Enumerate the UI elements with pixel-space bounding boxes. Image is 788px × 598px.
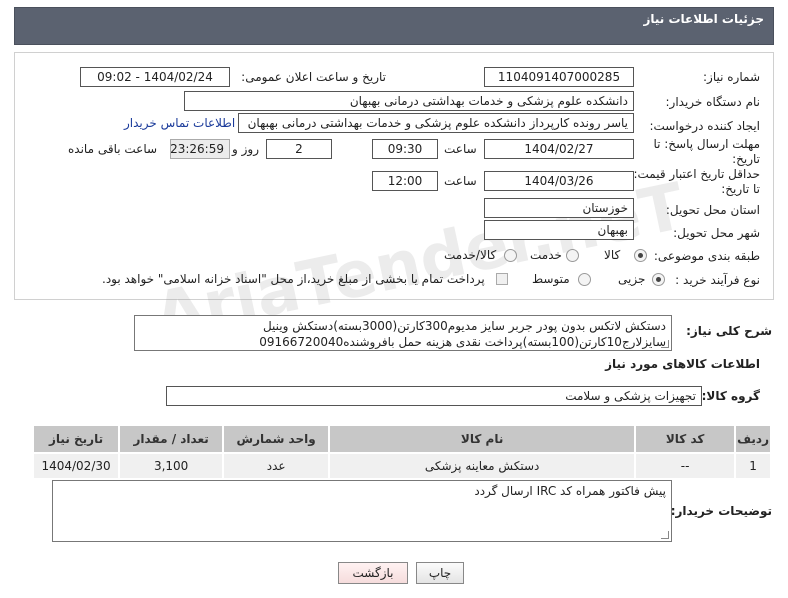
treasury-payment-checkbox[interactable] — [496, 273, 508, 285]
province-field: خوزستان — [484, 198, 634, 218]
description-line-1: دستکش لاتکس بدون پودر جربر سایز مدیوم300… — [262, 319, 666, 333]
col-unit: واحد شمارش — [222, 424, 331, 454]
buyer-notes-textarea: پیش فاکتور همراه کد IRC ارسال گردد — [52, 480, 672, 542]
need-number-field: 1104091407000285 — [484, 67, 634, 87]
validity-time-label: ساعت — [444, 174, 477, 188]
reply-deadline-label-2: تاریخ: — [732, 152, 760, 166]
col-quantity: تعداد / مقدار — [118, 424, 225, 454]
category-both-label: کالا/خدمت — [444, 248, 497, 262]
buyer-org-field: دانشکده علوم پزشکی و خدمات بهداشتی درمان… — [184, 91, 634, 111]
col-row: ردیف — [734, 424, 772, 454]
need-number-label: شماره نیاز: — [703, 70, 760, 84]
remaining-time-field: 23:26:59 — [170, 139, 230, 159]
validity-date-field: 1404/03/26 — [484, 171, 634, 191]
treasury-payment-note: پرداخت تمام یا بخشی از مبلغ خرید،از محل … — [102, 272, 485, 286]
goods-group-label: گروه کالا: — [701, 389, 760, 403]
remaining-days-field: 2 — [266, 139, 332, 159]
resize-handle[interactable] — [661, 531, 669, 539]
buyer-notes-text: پیش فاکتور همراه کد IRC ارسال گردد — [474, 484, 666, 498]
validity-time-field: 12:00 — [372, 171, 438, 191]
col-need-date: تاریخ نیاز — [31, 424, 121, 454]
category-label: طبقه بندی موضوعی: — [653, 249, 760, 263]
requester-field: یاسر رونده کارپرداز دانشکده علوم پزشکی و… — [238, 113, 634, 133]
city-field: بهبهان — [484, 220, 634, 240]
cell-need-date: 1404/02/30 — [31, 452, 121, 480]
reply-deadline-label: مهلت ارسال پاسخ: تا — [653, 137, 760, 151]
process-medium-label: متوسط — [532, 272, 570, 286]
remaining-time-label: ساعت باقی مانده — [68, 142, 158, 156]
province-label: استان محل تحویل: — [665, 203, 760, 217]
print-button[interactable]: چاپ — [416, 562, 464, 584]
buyer-notes-label: توضیحات خریدار: — [670, 504, 772, 518]
cell-row: 1 — [734, 452, 772, 480]
city-label: شهر محل تحویل: — [673, 226, 760, 240]
page-title: جزئیات اطلاعات نیاز — [643, 12, 764, 26]
description-line-2: سایزلارج10کارتن(100بسته)پرداخت نقدی هزین… — [259, 335, 666, 349]
description-label: شرح کلی نیاز: — [686, 324, 772, 338]
reply-time-label: ساعت — [444, 142, 477, 156]
requester-label: ایجاد کننده درخواست: — [649, 119, 760, 133]
resize-handle[interactable] — [661, 340, 669, 348]
category-service-label: خدمت — [530, 248, 562, 262]
description-textarea: دستکش لاتکس بدون پودر جربر سایز مدیوم300… — [134, 315, 672, 351]
process-label: نوع فرآیند خرید : — [675, 273, 760, 287]
buyer-org-label: نام دستگاه خریدار: — [665, 95, 761, 109]
category-goods-label: کالا — [604, 248, 621, 262]
reply-date-field: 1404/02/27 — [484, 139, 634, 159]
goods-section-title: اطلاعات کالاهای مورد نیاز — [605, 357, 760, 371]
announce-field: 1404/02/24 - 09:02 — [80, 67, 230, 87]
goods-table-header: ردیف کد کالا نام کالا واحد شمارش تعداد /… — [31, 424, 772, 454]
days-label: روز و — [232, 142, 259, 156]
reply-time-field: 09:30 — [372, 139, 438, 159]
col-code: کد کالا — [634, 424, 737, 454]
process-medium-radio[interactable] — [578, 273, 591, 286]
buyer-contact-link[interactable]: اطلاعات تماس خریدار — [124, 116, 235, 130]
category-both-radio[interactable] — [504, 249, 517, 262]
table-row: 1 -- دستکش معاینه پزشکی عدد 3,100 1404/0… — [31, 452, 772, 480]
back-button[interactable]: بازگشت — [338, 562, 408, 584]
goods-group-field: تجهیزات پزشکی و سلامت — [166, 386, 702, 406]
col-name: نام کالا — [328, 424, 637, 454]
price-validity-label: حداقل تاریخ اعتبار قیمت: — [633, 167, 760, 181]
price-validity-label-2: تا تاریخ: — [721, 182, 760, 196]
category-goods-radio[interactable] — [634, 249, 647, 262]
cell-name: دستکش معاینه پزشکی — [328, 452, 637, 480]
cell-quantity: 3,100 — [118, 452, 225, 480]
cell-code: -- — [634, 452, 737, 480]
announce-label: تاریخ و ساعت اعلان عمومی: — [241, 70, 386, 84]
goods-table: ردیف کد کالا نام کالا واحد شمارش تعداد /… — [31, 424, 772, 480]
category-service-radio[interactable] — [566, 249, 579, 262]
cell-unit: عدد — [222, 452, 331, 480]
process-small-radio[interactable] — [652, 273, 665, 286]
process-small-label: جزیی — [618, 272, 646, 286]
